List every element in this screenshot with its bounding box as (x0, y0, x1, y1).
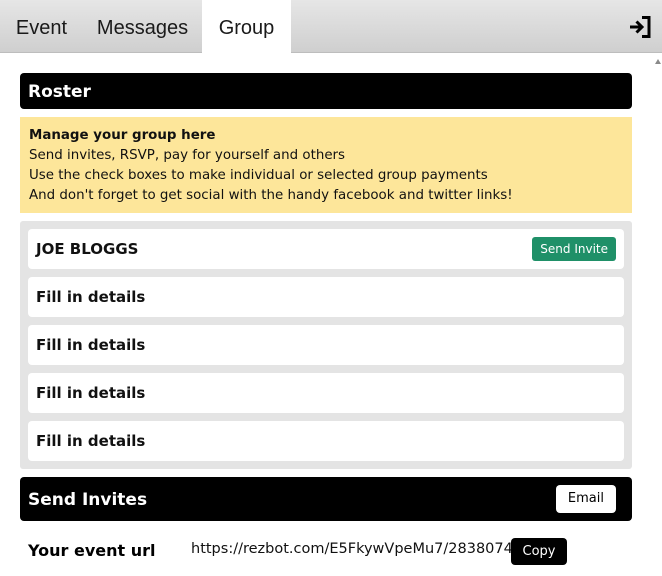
member-name: Fill in details (36, 384, 146, 402)
email-button[interactable]: Email (555, 485, 616, 513)
tab-messages[interactable]: Messages (83, 0, 202, 53)
notice-heading: Manage your group here (29, 128, 216, 143)
member-name: Fill in details (36, 432, 146, 450)
roster-notice: Manage your group here Send invites, RSV… (20, 117, 632, 213)
member-name: Fill in details (36, 288, 146, 306)
send-invites-header: Send Invites Email (20, 477, 632, 521)
event-url-label: Your event url (28, 541, 156, 560)
member-name: JOE BLOGGS (36, 240, 139, 258)
roster-list: JOE BLOGGS Send Invite Fill in details F… (20, 221, 632, 469)
roster-member-row[interactable]: Fill in details (28, 373, 624, 413)
tab-bar: Event Messages Group (0, 0, 662, 54)
roster-member-row[interactable]: Fill in details (28, 325, 624, 365)
roster-member-row[interactable]: JOE BLOGGS Send Invite (28, 229, 624, 269)
send-invite-button[interactable]: Send Invite (532, 237, 616, 261)
member-name: Fill in details (36, 336, 146, 354)
roster-header: Roster (20, 73, 632, 109)
tab-event[interactable]: Event (0, 0, 83, 53)
login-icon[interactable] (628, 16, 652, 38)
notice-line: And don't forget to get social with the … (29, 188, 513, 203)
notice-line: Use the check boxes to make individual o… (29, 168, 488, 183)
send-invites-title: Send Invites (28, 490, 148, 510)
copy-button[interactable]: Copy (511, 538, 567, 565)
notice-line: Send invites, RSVP, pay for yourself and… (29, 148, 346, 163)
roster-member-row[interactable]: Fill in details (28, 421, 624, 461)
scrollbar[interactable] (654, 53, 662, 576)
roster-member-row[interactable]: Fill in details (28, 277, 624, 317)
tab-group[interactable]: Group (202, 0, 291, 54)
roster-title: Roster (28, 82, 91, 102)
scroll-up-arrow-icon[interactable] (655, 59, 661, 64)
event-url-value: https://rezbot.com/E5FkywVpeMu7/2838074 (191, 541, 513, 557)
